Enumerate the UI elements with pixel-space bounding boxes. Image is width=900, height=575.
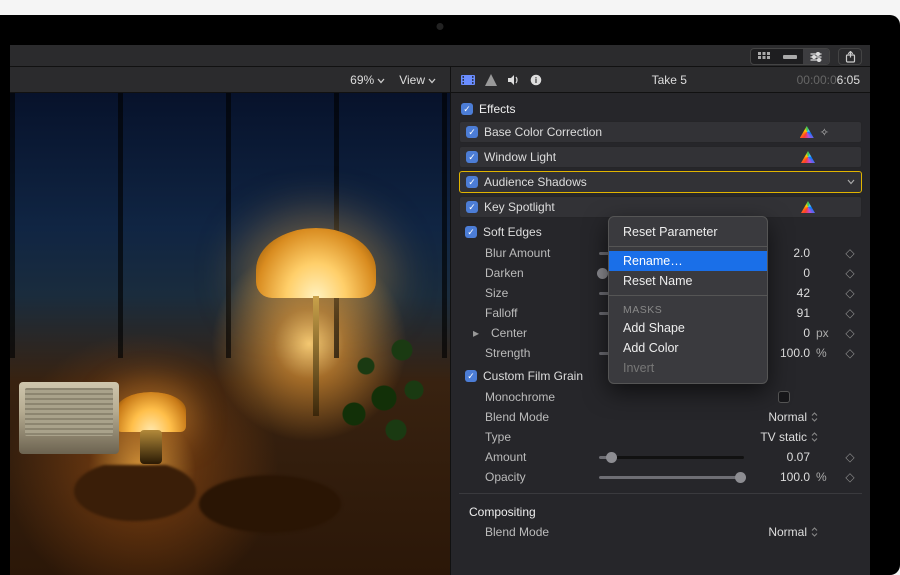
checkbox-icon[interactable]: ✓ bbox=[466, 126, 478, 138]
effect-name: Window Light bbox=[484, 150, 795, 164]
checkbox-icon[interactable]: ✓ bbox=[465, 370, 477, 382]
stepper-icon bbox=[811, 412, 818, 422]
color-wheel-icon[interactable] bbox=[801, 151, 815, 163]
menu-reset-parameter[interactable]: Reset Parameter bbox=[609, 222, 767, 242]
keyframe-icon[interactable]: ◇ bbox=[844, 326, 856, 340]
menu-add-shape[interactable]: Add Shape bbox=[609, 318, 767, 338]
checkbox-icon[interactable]: ✓ bbox=[461, 103, 473, 115]
zoom-value: 69% bbox=[350, 73, 374, 87]
chevron-down-icon bbox=[377, 78, 385, 84]
type-select[interactable]: TV static bbox=[760, 430, 818, 444]
video-viewer[interactable] bbox=[10, 93, 450, 575]
effect-row-window-light[interactable]: ✓ Window Light bbox=[459, 146, 862, 168]
zoom-menu[interactable]: 69% bbox=[350, 73, 385, 87]
effect-row-key-spotlight[interactable]: ✓ Key Spotlight bbox=[459, 196, 862, 218]
param-fg-blendmode: Blend Mode Normal bbox=[459, 407, 862, 427]
color-inspector-icon[interactable] bbox=[485, 74, 497, 86]
param-fg-type: Type TV static bbox=[459, 427, 862, 447]
keyframe-icon[interactable]: ◇ bbox=[844, 286, 856, 300]
context-menu[interactable]: Reset Parameter Rename… Reset Name MASKS… bbox=[608, 216, 768, 384]
menu-section-header: MASKS bbox=[609, 300, 767, 318]
app-window: 69% View bbox=[10, 45, 870, 575]
effect-row-base-color-correction[interactable]: ✓ Base Color Correction ✧ bbox=[459, 121, 862, 143]
top-toolbar bbox=[10, 45, 870, 67]
param-fg-amount: Amount 0.07 ◇ bbox=[459, 447, 862, 467]
viewer-pane: 69% View bbox=[10, 67, 450, 575]
checkbox-icon[interactable]: ✓ bbox=[466, 176, 478, 188]
blend-mode-select[interactable]: Normal bbox=[768, 410, 818, 424]
inspector-header: i Take 5 00:00:06:05 bbox=[451, 67, 870, 93]
slider[interactable] bbox=[599, 476, 744, 479]
share-button[interactable] bbox=[838, 48, 862, 65]
view-menu[interactable]: View bbox=[399, 73, 436, 87]
clip-title: Take 5 bbox=[552, 73, 787, 87]
share-icon bbox=[845, 51, 856, 63]
stepper-icon bbox=[811, 527, 818, 537]
keyframe-icon[interactable]: ◇ bbox=[844, 470, 856, 484]
checkbox-icon[interactable]: ✓ bbox=[465, 226, 477, 238]
effects-section-header[interactable]: ✓ Effects bbox=[451, 99, 870, 121]
keyframe-icon[interactable]: ◇ bbox=[844, 266, 856, 280]
clip-duration: 00:00:06:05 bbox=[797, 73, 860, 87]
compositing-header: Compositing bbox=[459, 500, 862, 522]
magic-wand-icon[interactable]: ✧ bbox=[820, 126, 829, 139]
checkbox-icon[interactable]: ✓ bbox=[466, 151, 478, 163]
keyframe-icon[interactable]: ◇ bbox=[844, 306, 856, 320]
checkbox-icon[interactable]: ✓ bbox=[466, 201, 478, 213]
menu-separator bbox=[609, 246, 767, 247]
inspector-view-icon[interactable] bbox=[803, 49, 829, 64]
workspace-switcher[interactable] bbox=[750, 48, 830, 65]
effects-label: Effects bbox=[479, 102, 515, 116]
timeline-view-icon[interactable] bbox=[777, 49, 803, 64]
value-field[interactable]: 0.07 bbox=[758, 450, 810, 464]
effect-name: Key Spotlight bbox=[484, 200, 795, 214]
menu-separator bbox=[609, 295, 767, 296]
keyframe-icon[interactable]: ◇ bbox=[844, 450, 856, 464]
menu-add-color[interactable]: Add Color bbox=[609, 338, 767, 358]
keyframe-icon[interactable]: ◇ bbox=[844, 346, 856, 360]
slider[interactable] bbox=[599, 456, 744, 459]
chevron-down-icon[interactable] bbox=[847, 179, 855, 185]
audio-inspector-icon[interactable] bbox=[507, 74, 520, 86]
chevron-down-icon bbox=[428, 78, 436, 84]
menu-rename[interactable]: Rename… bbox=[609, 251, 767, 271]
param-comp-blendmode: Blend Mode Normal bbox=[459, 522, 862, 542]
color-wheel-icon[interactable] bbox=[801, 201, 815, 213]
checkbox[interactable] bbox=[778, 391, 790, 403]
video-frame bbox=[10, 93, 450, 575]
info-inspector-icon[interactable]: i bbox=[530, 74, 542, 86]
svg-text:i: i bbox=[535, 76, 537, 85]
viewer-toolbar: 69% View bbox=[10, 67, 450, 93]
param-monochrome: Monochrome bbox=[459, 387, 862, 407]
browser-view-icon[interactable] bbox=[751, 49, 777, 64]
color-wheel-icon[interactable] bbox=[800, 126, 814, 138]
disclosure-icon[interactable]: ▸ bbox=[473, 326, 485, 340]
comp-blend-select[interactable]: Normal bbox=[768, 525, 818, 539]
video-inspector-icon[interactable] bbox=[461, 74, 475, 86]
effect-name: Base Color Correction bbox=[484, 125, 794, 139]
param-fg-opacity: Opacity 100.0 % ◇ bbox=[459, 467, 862, 487]
value-field[interactable]: 100.0 bbox=[758, 470, 810, 484]
effect-name: Audience Shadows bbox=[484, 175, 660, 189]
menu-reset-name[interactable]: Reset Name bbox=[609, 271, 767, 291]
menu-invert[interactable]: Invert bbox=[609, 358, 767, 378]
view-label: View bbox=[399, 73, 425, 87]
keyframe-icon[interactable]: ◇ bbox=[844, 246, 856, 260]
effect-row-audience-shadows[interactable]: ✓ Audience Shadows bbox=[459, 171, 862, 193]
stepper-icon bbox=[811, 432, 818, 442]
device-frame: 69% View bbox=[0, 15, 900, 575]
camera-dot bbox=[437, 23, 444, 30]
